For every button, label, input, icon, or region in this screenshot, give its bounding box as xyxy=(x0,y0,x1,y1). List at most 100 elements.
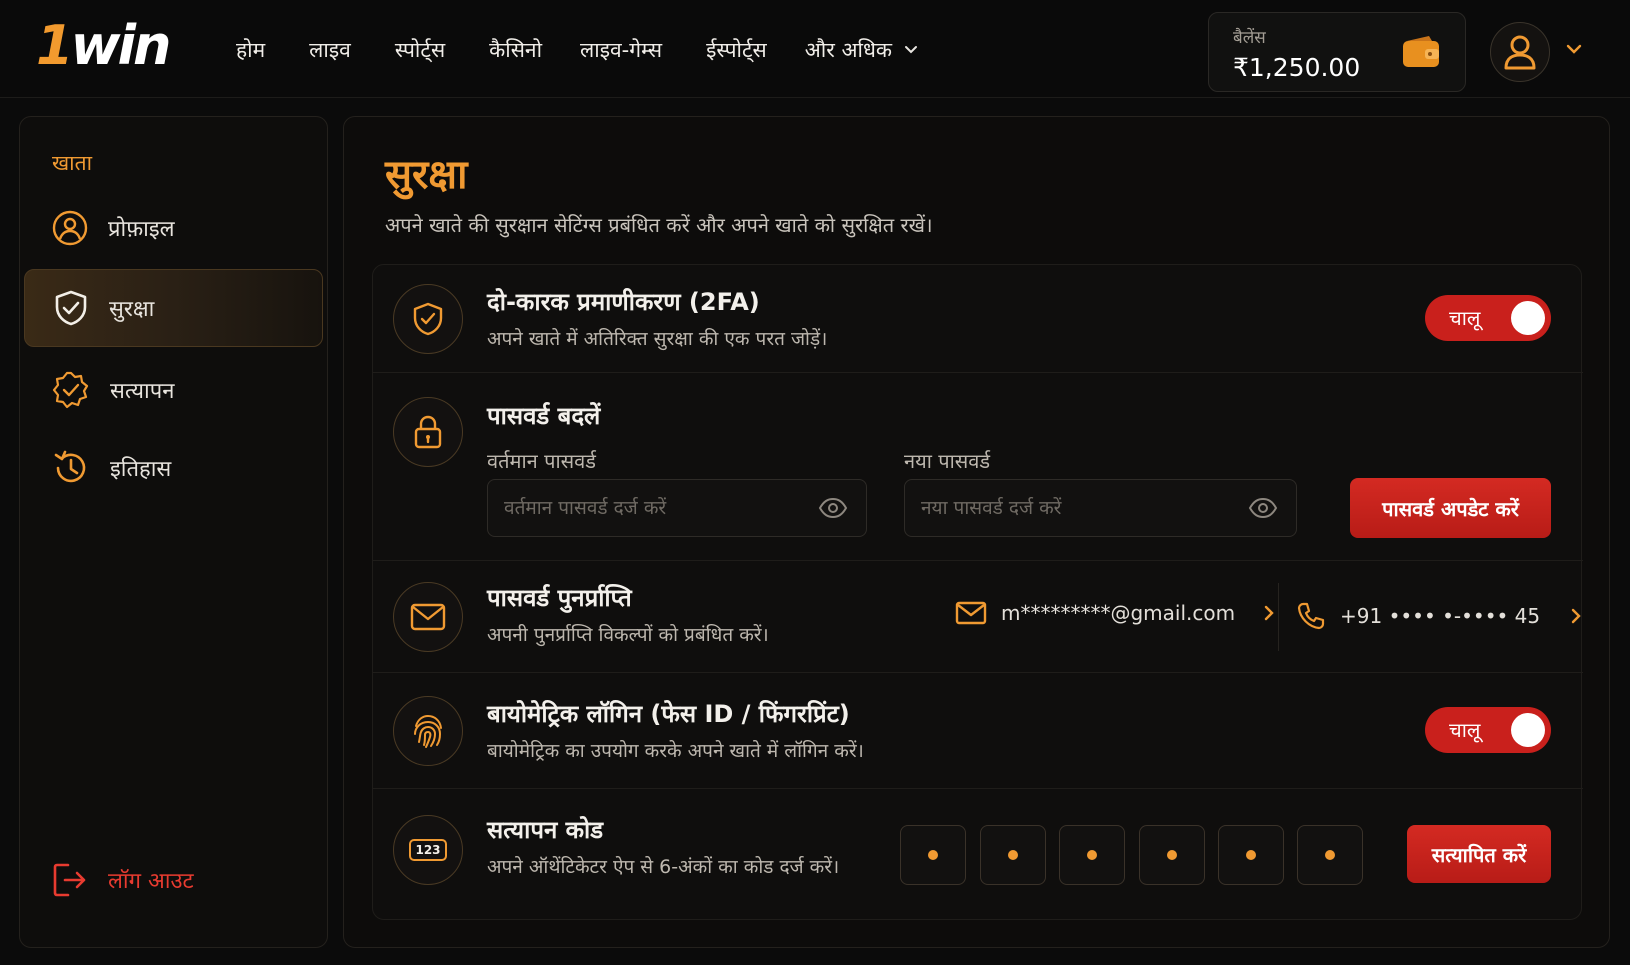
password-recovery-row: पासवर्ड पुनर्प्राप्ति अपनी पुनर्प्राप्ति… xyxy=(373,561,1583,673)
code-digit-4[interactable] xyxy=(1139,825,1205,885)
recovery-phone: +91 •••• •-•••• 45 xyxy=(1340,604,1541,628)
sidebar-item-profile[interactable]: प्रोफ़ाइल xyxy=(24,189,323,267)
balance-label: बैलेंस xyxy=(1233,28,1266,48)
sidebar-item-label: सत्यापन xyxy=(110,379,175,404)
shield-check-icon xyxy=(55,290,87,326)
fingerprint-icon xyxy=(414,714,442,748)
toggle-knob xyxy=(1511,713,1545,747)
balance-widget[interactable]: बैलेंस ₹1,250.00 xyxy=(1208,12,1466,92)
code-dot xyxy=(1325,850,1335,860)
biometric-desc: बायोमेट्रिक का उपयोग करके अपने खाते में … xyxy=(487,740,864,762)
verification-code-desc: अपने ऑथेंटिकेटर ऐप से 6-अंकों का कोड दर्… xyxy=(487,856,840,878)
user-avatar-button[interactable] xyxy=(1490,22,1550,82)
current-password-field xyxy=(487,479,867,537)
account-sidebar: खाता प्रोफ़ाइल सुरक्षा सत्यापन इतिहास लॉ… xyxy=(19,116,328,948)
logout-button[interactable]: लॉग आउट xyxy=(52,861,194,899)
main-nav: होम लाइव स्पोर्ट्स कैसिनो लाइव-गेम्स ईस्… xyxy=(236,30,918,70)
user-circle-icon xyxy=(52,210,88,246)
top-bar: 1win होम लाइव स्पोर्ट्स कैसिनो लाइव-गेम्… xyxy=(0,0,1630,98)
sidebar-item-verification[interactable]: सत्यापन xyxy=(24,351,323,429)
recovery-phone-item[interactable]: +91 •••• •-•••• 45 xyxy=(1296,601,1582,631)
code-digit-3[interactable] xyxy=(1059,825,1125,885)
nav-esports[interactable]: ईस्पोर्ट्स xyxy=(706,30,767,70)
code-digit-1[interactable] xyxy=(900,825,966,885)
eye-icon[interactable] xyxy=(1248,497,1278,519)
logout-label: लॉग आउट xyxy=(108,869,194,894)
twofa-title: दो-कारक प्रमाणीकरण (2FA) xyxy=(487,288,760,316)
chevron-down-icon[interactable] xyxy=(1566,44,1582,54)
update-password-button[interactable]: पासवर्ड अपडेट करें xyxy=(1350,478,1551,538)
sidebar-item-history[interactable]: इतिहास xyxy=(24,429,323,507)
verification-code-title: सत्यापन कोड xyxy=(487,816,604,844)
twofa-row: दो-कारक प्रमाणीकरण (2FA) अपने खाते में अ… xyxy=(373,265,1583,373)
nav-more-label: और अधिक xyxy=(804,38,893,62)
toggle-label: चालू xyxy=(1449,718,1481,742)
chevron-down-icon xyxy=(905,46,918,54)
code-digit-2[interactable] xyxy=(980,825,1046,885)
sidebar-item-security[interactable]: सुरक्षा xyxy=(24,269,323,347)
password-recovery-desc: अपनी पुनर्प्राप्ति विकल्पों को प्रबंधित … xyxy=(487,624,769,646)
biometric-row: बायोमेट्रिक लॉगिन (फेस ID / फिंगरप्रिंट)… xyxy=(373,673,1583,789)
twofa-desc: अपने खाते में अतिरिक्त सुरक्षा की एक परत… xyxy=(487,328,828,350)
brand-logo[interactable]: 1win xyxy=(36,14,171,78)
balance-amount: ₹1,250.00 xyxy=(1233,53,1361,82)
current-password-input[interactable] xyxy=(504,480,812,536)
nav-more[interactable]: और अधिक xyxy=(805,30,918,70)
recovery-email-item[interactable]: m*********@gmail.com xyxy=(955,601,1275,625)
toggle-label: चालू xyxy=(1449,306,1481,330)
sidebar-section-title: खाता xyxy=(52,151,93,175)
wallet-icon xyxy=(1403,36,1439,67)
verification-code-row: 123 सत्यापन कोड अपने ऑथेंटिकेटर ऐप से 6-… xyxy=(373,789,1583,921)
code-icon-circle: 123 xyxy=(393,815,463,885)
nav-sports[interactable]: स्पोर्ट्स xyxy=(395,30,445,70)
new-password-input[interactable] xyxy=(921,480,1242,536)
security-panel: सुरक्षा अपने खाते की सुरक्षान सेटिंग्स प… xyxy=(343,116,1610,948)
chevron-right-icon xyxy=(1571,608,1581,624)
twofa-toggle[interactable]: चालू xyxy=(1425,295,1551,341)
recovery-divider xyxy=(1278,583,1279,651)
change-password-row: पासवर्ड बदलें वर्तमान पासवर्ड नया पासवर्… xyxy=(373,373,1583,561)
history-icon xyxy=(54,450,86,483)
code-digit-6[interactable] xyxy=(1297,825,1363,885)
user-icon xyxy=(1504,35,1536,70)
sidebar-item-label: सुरक्षा xyxy=(109,297,155,322)
verify-button[interactable]: सत्यापित करें xyxy=(1407,825,1551,883)
change-password-title: पासवर्ड बदलें xyxy=(487,402,601,430)
nav-live[interactable]: लाइव xyxy=(309,30,351,70)
mail-icon-circle xyxy=(393,582,463,652)
code-dot xyxy=(1087,850,1097,860)
badge-check-icon xyxy=(52,371,89,409)
recovery-email: m*********@gmail.com xyxy=(1001,601,1236,625)
lock-icon-circle xyxy=(393,397,463,467)
nav-casino[interactable]: कैसिनो xyxy=(489,30,542,70)
fingerprint-icon-circle xyxy=(393,696,463,766)
security-settings-card: दो-कारक प्रमाणीकरण (2FA) अपने खाते में अ… xyxy=(372,264,1583,921)
biometric-toggle[interactable]: चालू xyxy=(1425,707,1551,753)
toggle-knob xyxy=(1511,301,1545,335)
new-password-field xyxy=(904,479,1297,537)
numeric-code-icon: 123 xyxy=(409,839,447,861)
lock-icon xyxy=(414,415,442,449)
eye-icon[interactable] xyxy=(818,497,848,519)
code-digit-5[interactable] xyxy=(1218,825,1284,885)
code-dot xyxy=(1008,850,1018,860)
new-password-label: नया पासवर्ड xyxy=(904,449,991,473)
nav-live-games[interactable]: लाइव-गेम्स xyxy=(580,30,662,70)
page-title: सुरक्षा xyxy=(385,152,468,198)
biometric-title: बायोमेट्रिक लॉगिन (फेस ID / फिंगरप्रिंट) xyxy=(487,700,850,728)
sidebar-item-label: प्रोफ़ाइल xyxy=(108,217,175,242)
chevron-right-icon xyxy=(1264,605,1274,621)
nav-home[interactable]: होम xyxy=(236,30,265,70)
current-password-label: वर्तमान पासवर्ड xyxy=(487,449,596,473)
password-recovery-title: पासवर्ड पुनर्प्राप्ति xyxy=(487,584,632,612)
mail-icon xyxy=(955,601,987,625)
mail-icon xyxy=(410,603,446,631)
shield-check-icon xyxy=(413,302,443,336)
page-subtitle: अपने खाते की सुरक्षान सेटिंग्स प्रबंधित … xyxy=(385,213,933,237)
code-dot xyxy=(1167,850,1177,860)
sidebar-item-label: इतिहास xyxy=(110,457,172,482)
code-dot xyxy=(1246,850,1256,860)
code-dot xyxy=(928,850,938,860)
twofa-icon-circle xyxy=(393,284,463,354)
logout-icon xyxy=(53,863,86,897)
